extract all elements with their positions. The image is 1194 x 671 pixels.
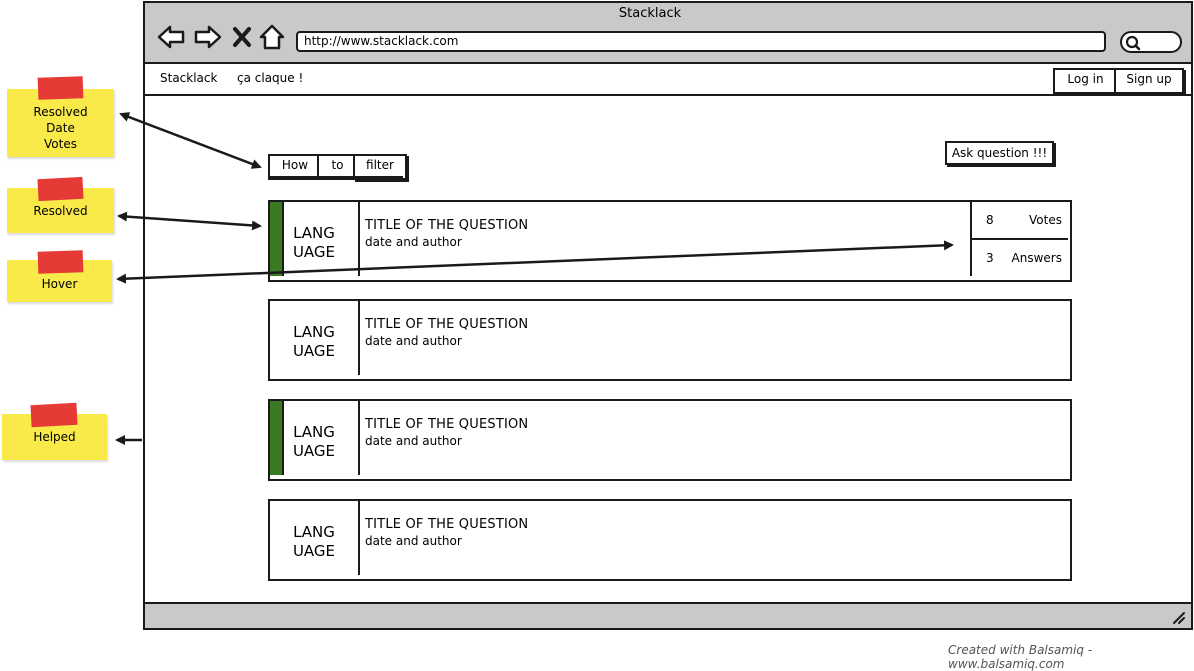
language-box: LANG UAGE <box>270 202 360 276</box>
language-label: LANG UAGE <box>292 323 336 360</box>
note-text: Resolved <box>33 204 88 218</box>
resolved-indicator <box>270 401 284 475</box>
question-meta: date and author <box>365 334 462 348</box>
question-title[interactable]: TITLE OF THE QUESTION <box>365 417 528 432</box>
brand-name[interactable]: Stacklack <box>160 71 217 85</box>
tape <box>37 176 84 202</box>
language-box: LANG UAGE <box>270 301 360 375</box>
resize-grip-icon[interactable] <box>1170 609 1186 625</box>
question-meta: date and author <box>365 235 462 249</box>
stop-icon[interactable] <box>232 24 252 50</box>
answers-box: 3 Answers <box>970 240 1068 276</box>
question-card[interactable]: LANG UAGE TITLE OF THE QUESTION date and… <box>268 399 1072 481</box>
language-box: LANG UAGE <box>270 501 360 575</box>
question-meta: date and author <box>365 534 462 548</box>
language-label: LANG UAGE <box>292 423 336 460</box>
language-label: LANG UAGE <box>292 523 336 560</box>
note-text: Helped <box>33 430 76 444</box>
note-text: Hover <box>41 277 78 291</box>
balsamiq-credit: Created with Balsamiq - www.balsamiq.com <box>948 643 1093 671</box>
tape <box>37 250 84 274</box>
answers-label: Answers <box>1011 251 1062 265</box>
votes-box: 8 Votes <box>970 202 1068 240</box>
tagline: ça claque ! <box>237 71 304 85</box>
votes-count: 8 <box>986 213 994 227</box>
browser-statusbar <box>145 602 1191 628</box>
question-title[interactable]: TITLE OF THE QUESTION <box>365 218 528 233</box>
home-icon[interactable] <box>259 24 285 50</box>
question-meta: date and author <box>365 434 462 448</box>
sticky-note-resolved-date-votes: Resolved Date Votes <box>7 89 114 157</box>
login-button[interactable]: Log in <box>1053 68 1118 94</box>
question-card[interactable]: LANG UAGE TITLE OF THE QUESTION date and… <box>268 499 1072 581</box>
tape <box>30 402 78 428</box>
back-arrow-icon[interactable] <box>157 24 185 50</box>
votes-label: Votes <box>1029 213 1062 227</box>
search-icon <box>1125 35 1141 51</box>
question-card[interactable]: LANG UAGE TITLE OF THE QUESTION date and… <box>268 299 1072 381</box>
question-card[interactable]: LANG UAGE TITLE OF THE QUESTION date and… <box>268 200 1072 282</box>
filter-shadow <box>270 176 403 179</box>
forward-arrow-icon[interactable] <box>194 24 222 50</box>
answers-count: 3 <box>986 251 994 265</box>
signup-button[interactable]: Sign up <box>1114 68 1184 94</box>
note-text: Resolved Date Votes <box>33 105 88 151</box>
question-title[interactable]: TITLE OF THE QUESTION <box>365 317 528 332</box>
browser-search-field[interactable] <box>1120 31 1182 53</box>
question-title[interactable]: TITLE OF THE QUESTION <box>365 517 528 532</box>
language-box: LANG UAGE <box>270 401 360 475</box>
ask-question-button[interactable]: Ask question !!! <box>945 141 1054 165</box>
language-label: LANG UAGE <box>292 224 336 261</box>
window-title: Stacklack <box>618 6 682 21</box>
address-bar[interactable]: http://www.stacklack.com <box>296 31 1106 52</box>
resolved-indicator <box>270 202 284 276</box>
tape <box>37 76 84 100</box>
